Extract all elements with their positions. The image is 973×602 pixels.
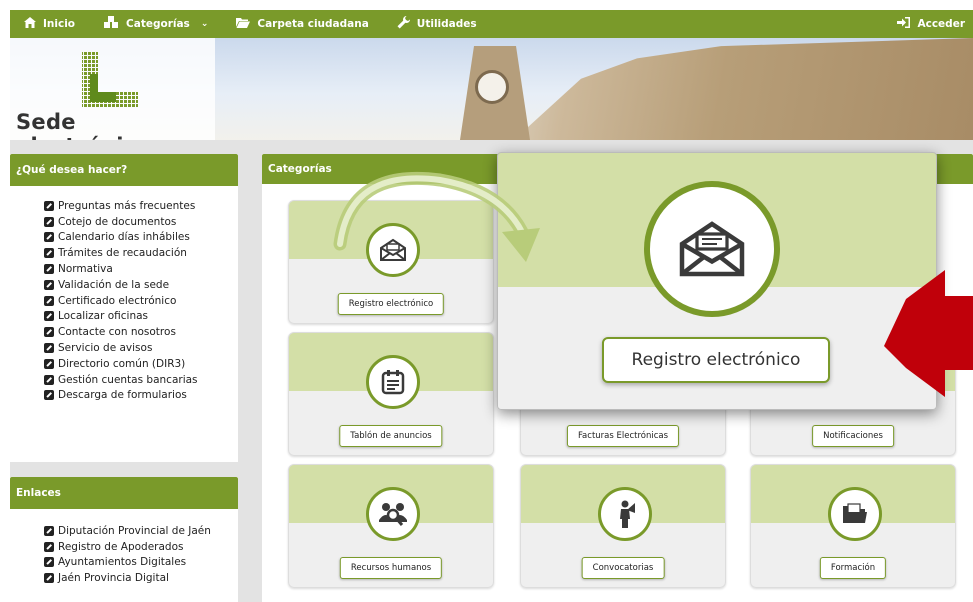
- zoom-callout: Registro electrónico: [497, 152, 937, 410]
- link-apoderados[interactable]: Registro de Apoderados: [44, 539, 238, 555]
- sidebar-item-contact[interactable]: Contacte con nosotros: [44, 324, 238, 340]
- clock-face: [475, 70, 509, 104]
- external-link-icon: [44, 374, 54, 385]
- tile-registro-electronico[interactable]: Registro electrónico: [288, 200, 494, 324]
- external-link-icon: [44, 390, 54, 401]
- folder-open-icon: [236, 17, 251, 31]
- sidebar-item-label: Normativa: [58, 263, 113, 276]
- external-link-icon: [44, 264, 54, 275]
- site-title: Sede electrónica: [16, 110, 151, 140]
- external-link-icon: [44, 295, 54, 306]
- external-link-icon: [44, 525, 54, 536]
- cubes-icon: [103, 16, 119, 32]
- external-link-icon: [44, 279, 54, 290]
- sidebar-item-label: Trámites de recaudación: [58, 247, 187, 260]
- tile-label: Notificaciones: [812, 425, 894, 447]
- nav-login-label: Acceder: [917, 18, 965, 30]
- sidebar-item-directory[interactable]: Directorio común (DIR3): [44, 356, 238, 372]
- nav-citizen-folder-label: Carpeta ciudadana: [257, 18, 369, 30]
- sidebar-item-label: Validación de la sede: [58, 278, 170, 291]
- site-banner: Sede electrónica: [10, 38, 973, 140]
- sidebar-item-label: Certificado electrónico: [58, 294, 177, 307]
- external-link-icon: [44, 248, 54, 259]
- tile-label: Tablón de anuncios: [339, 425, 443, 447]
- folder-icon: [828, 487, 882, 541]
- external-link-icon: [44, 358, 54, 369]
- sidebar-item-label: Servicio de avisos: [58, 342, 153, 355]
- envelope-icon: [366, 223, 420, 277]
- sidebar-item-document-check[interactable]: Cotejo de documentos: [44, 214, 238, 230]
- sidebar-item-alerts[interactable]: Servicio de avisos: [44, 340, 238, 356]
- sidebar-item-label: Cotejo de documentos: [58, 215, 177, 228]
- sidebar-links-panel: Enlaces Diputación Provincial de Jaén Re…: [10, 477, 238, 602]
- external-link-icon: [44, 343, 54, 354]
- sidebar-item-label: Directorio común (DIR3): [58, 357, 186, 370]
- external-link-icon: [44, 557, 54, 568]
- sidebar-item-label: Descarga de formularios: [58, 389, 187, 402]
- external-link-icon: [44, 311, 54, 322]
- chevron-down-icon: ⌄: [200, 19, 209, 29]
- tile-label: Facturas Electrónicas: [566, 425, 680, 447]
- link-jaen-digital[interactable]: Jaén Provincia Digital: [44, 570, 238, 586]
- sidebar-item-certificate[interactable]: Certificado electrónico: [44, 293, 238, 309]
- sidebar-item-label: Calendario días inhábiles: [58, 231, 190, 244]
- envelope-icon-large: [644, 181, 780, 317]
- link-label: Diputación Provincial de Jaén: [58, 524, 211, 537]
- zoom-label: Registro electrónico: [602, 337, 830, 383]
- sidebar-item-label: Localizar oficinas: [58, 310, 149, 323]
- wrench-icon: [397, 16, 410, 32]
- nav-login[interactable]: Acceder: [883, 10, 973, 38]
- external-link-icon: [44, 232, 54, 243]
- nav-utilities[interactable]: Utilidades: [383, 10, 491, 38]
- tile-label: Recursos humanos: [339, 557, 443, 579]
- external-link-icon: [44, 541, 54, 552]
- tile-label: Convocatorias: [581, 557, 665, 579]
- site-logo[interactable]: Sede electrónica: [10, 38, 215, 140]
- tile-label: Formación: [819, 557, 887, 579]
- sidebar-item-label: Contacte con nosotros: [58, 326, 176, 339]
- sidebar-item-faq[interactable]: Preguntas más frecuentes: [44, 198, 238, 214]
- link-ayuntamientos[interactable]: Ayuntamientos Digitales: [44, 555, 238, 571]
- tile-formacion[interactable]: Formación: [750, 464, 956, 588]
- external-link-icon: [44, 200, 54, 211]
- sidebar-item-site-validation[interactable]: Validación de la sede: [44, 277, 238, 293]
- external-link-icon: [44, 327, 54, 338]
- sidebar-item-label: Gestión cuentas bancarias: [58, 373, 198, 386]
- tile-convocatorias[interactable]: Convocatorias: [520, 464, 726, 588]
- nav-utilities-label: Utilidades: [416, 18, 477, 30]
- sidebar-links-list: Diputación Provincial de Jaén Registro d…: [10, 509, 238, 586]
- sidebar-actions-panel: ¿Qué desea hacer? Preguntas más frecuent…: [10, 154, 238, 462]
- external-link-icon: [44, 573, 54, 584]
- home-icon: [24, 17, 36, 31]
- link-label: Jaén Provincia Digital: [58, 572, 169, 585]
- sidebar-item-regulations[interactable]: Normativa: [44, 261, 238, 277]
- link-label: Ayuntamientos Digitales: [58, 556, 187, 569]
- logo-mark-icon: [82, 52, 138, 108]
- sign-in-icon: [897, 17, 911, 31]
- nav-categories-label: Categorías: [126, 18, 190, 30]
- sidebar-links-title: Enlaces: [10, 477, 238, 509]
- link-label: Registro de Apoderados: [58, 540, 184, 553]
- tile-label: Registro electrónico: [337, 293, 445, 315]
- megaphone-person-icon: [598, 487, 652, 541]
- nav-home-label: Inicio: [43, 18, 76, 30]
- nav-home[interactable]: Inicio: [10, 10, 89, 38]
- nav-citizen-folder[interactable]: Carpeta ciudadana: [222, 10, 382, 38]
- tile-recursos-humanos[interactable]: Recursos humanos: [288, 464, 494, 588]
- sidebar-item-label: Preguntas más frecuentes: [58, 199, 196, 212]
- sidebar-item-bank-accounts[interactable]: Gestión cuentas bancarias: [44, 372, 238, 388]
- people-search-icon: [366, 487, 420, 541]
- link-diputacion[interactable]: Diputación Provincial de Jaén: [44, 523, 238, 539]
- notice-board-icon: [366, 355, 420, 409]
- sidebar-actions-list: Preguntas más frecuentes Cotejo de docum…: [10, 186, 238, 403]
- sidebar-item-forms[interactable]: Descarga de formularios: [44, 388, 238, 404]
- sidebar-item-collection-procedures[interactable]: Trámites de recaudación: [44, 245, 238, 261]
- top-navigation: Inicio Categorías ⌄ Carpeta ciudadana Ut…: [10, 10, 973, 38]
- tile-tablon-anuncios[interactable]: Tablón de anuncios: [288, 332, 494, 456]
- nav-categories[interactable]: Categorías ⌄: [89, 10, 222, 38]
- external-link-icon: [44, 216, 54, 227]
- sidebar-actions-title: ¿Qué desea hacer?: [10, 154, 238, 186]
- sidebar-item-find-offices[interactable]: Localizar oficinas: [44, 309, 238, 325]
- sidebar-item-holiday-calendar[interactable]: Calendario días inhábiles: [44, 230, 238, 246]
